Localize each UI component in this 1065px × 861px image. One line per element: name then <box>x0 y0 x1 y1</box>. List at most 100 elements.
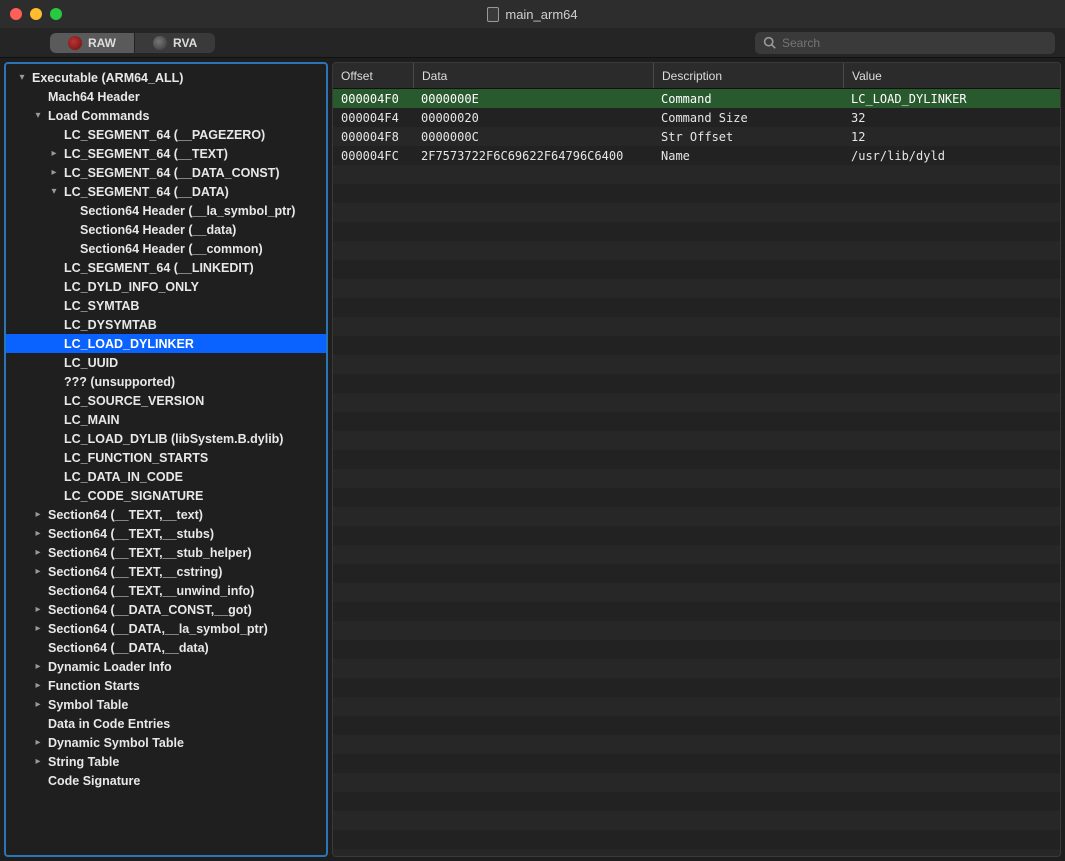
tree-row[interactable]: Section64 Header (__data) <box>6 220 326 239</box>
tree-row[interactable]: LC_FUNCTION_STARTS <box>6 448 326 467</box>
tree-row[interactable]: Section64 (__TEXT,__cstring) <box>6 562 326 581</box>
tree-row[interactable]: Mach64 Header <box>6 87 326 106</box>
empty-row <box>333 165 1060 184</box>
tree-row[interactable]: LC_DYSYMTAB <box>6 315 326 334</box>
tree-row[interactable]: Load Commands <box>6 106 326 125</box>
tree-row[interactable]: LC_SOURCE_VERSION <box>6 391 326 410</box>
empty-row <box>333 735 1060 754</box>
tree-row[interactable]: Section64 Header (__common) <box>6 239 326 258</box>
raw-icon <box>68 36 82 50</box>
tree-row[interactable]: LC_SEGMENT_64 (__PAGEZERO) <box>6 125 326 144</box>
empty-row <box>333 393 1060 412</box>
cell-offset: 000004F0 <box>333 92 413 106</box>
details-panel: Offset Data Description Value 000004F000… <box>332 62 1061 857</box>
tree-row[interactable]: Section64 (__DATA,__data) <box>6 638 326 657</box>
tree-item-label: LC_MAIN <box>64 413 120 427</box>
tree-row[interactable]: LC_SEGMENT_64 (__LINKEDIT) <box>6 258 326 277</box>
cell-data: 00000020 <box>413 111 653 125</box>
disclosure-triangle-icon[interactable] <box>32 604 44 615</box>
column-offset[interactable]: Offset <box>333 63 413 88</box>
details-body[interactable]: 000004F00000000ECommandLC_LOAD_DYLINKER0… <box>333 89 1060 856</box>
tree-item-label: Data in Code Entries <box>48 717 170 731</box>
tree-row[interactable]: Section64 (__TEXT,__stub_helper) <box>6 543 326 562</box>
rva-mode-button[interactable]: RVA <box>135 33 215 53</box>
disclosure-triangle-icon[interactable] <box>16 72 28 83</box>
tree-row[interactable]: Section64 (__DATA_CONST,__got) <box>6 600 326 619</box>
empty-row <box>333 830 1060 849</box>
disclosure-triangle-icon[interactable] <box>32 680 44 691</box>
empty-row <box>333 754 1060 773</box>
tree-item-label: LC_DYSYMTAB <box>64 318 157 332</box>
empty-row <box>333 811 1060 830</box>
tree-row[interactable]: Code Signature <box>6 771 326 790</box>
tree-row[interactable]: LC_SEGMENT_64 (__TEXT) <box>6 144 326 163</box>
tree-row[interactable]: Symbol Table <box>6 695 326 714</box>
tree-item-label: Symbol Table <box>48 698 128 712</box>
tree-row[interactable]: Section64 (__TEXT,__stubs) <box>6 524 326 543</box>
tree-row[interactable]: LC_UUID <box>6 353 326 372</box>
tree-item-label: LC_SOURCE_VERSION <box>64 394 204 408</box>
tree-row[interactable]: Section64 (__TEXT,__text) <box>6 505 326 524</box>
tree-row[interactable]: LC_DATA_IN_CODE <box>6 467 326 486</box>
disclosure-triangle-icon[interactable] <box>32 756 44 767</box>
column-value[interactable]: Value <box>843 63 1060 88</box>
disclosure-triangle-icon[interactable] <box>32 547 44 558</box>
tree-row[interactable]: LC_SYMTAB <box>6 296 326 315</box>
cell-value: /usr/lib/dyld <box>843 149 1060 163</box>
tree-row[interactable]: Dynamic Symbol Table <box>6 733 326 752</box>
tree-row[interactable]: Function Starts <box>6 676 326 695</box>
disclosure-triangle-icon[interactable] <box>48 167 60 178</box>
table-row[interactable]: 000004FC2F7573722F6C69622F64796C6400Name… <box>333 146 1060 165</box>
tree-row[interactable]: Section64 (__TEXT,__unwind_info) <box>6 581 326 600</box>
cell-desc: Name <box>653 149 843 163</box>
disclosure-triangle-icon[interactable] <box>32 699 44 710</box>
toolbar: RAW RVA <box>0 28 1065 58</box>
tree-row[interactable]: LC_SEGMENT_64 (__DATA_CONST) <box>6 163 326 182</box>
tree-item-label: Section64 Header (__common) <box>80 242 263 256</box>
empty-row <box>333 659 1060 678</box>
tree-row[interactable]: LC_DYLD_INFO_ONLY <box>6 277 326 296</box>
tree-row[interactable]: LC_LOAD_DYLINKER <box>6 334 326 353</box>
search-input[interactable] <box>782 36 1047 50</box>
empty-row <box>333 678 1060 697</box>
tree-item-label: Dynamic Symbol Table <box>48 736 184 750</box>
tree-row[interactable]: ??? (unsupported) <box>6 372 326 391</box>
table-row[interactable]: 000004F400000020Command Size32 <box>333 108 1060 127</box>
tree-row[interactable]: LC_CODE_SIGNATURE <box>6 486 326 505</box>
tree-row[interactable]: Section64 (__DATA,__la_symbol_ptr) <box>6 619 326 638</box>
tree-item-label: LC_DATA_IN_CODE <box>64 470 183 484</box>
tree-item-label: Section64 Header (__la_symbol_ptr) <box>80 204 295 218</box>
table-row[interactable]: 000004F00000000ECommandLC_LOAD_DYLINKER <box>333 89 1060 108</box>
tree-row[interactable]: LC_LOAD_DYLIB (libSystem.B.dylib) <box>6 429 326 448</box>
disclosure-triangle-icon[interactable] <box>32 509 44 520</box>
raw-mode-button[interactable]: RAW <box>50 33 135 53</box>
table-row[interactable]: 000004F80000000CStr Offset12 <box>333 127 1060 146</box>
disclosure-triangle-icon[interactable] <box>32 661 44 672</box>
disclosure-triangle-icon[interactable] <box>32 110 44 121</box>
tree-row[interactable]: Dynamic Loader Info <box>6 657 326 676</box>
disclosure-triangle-icon[interactable] <box>48 186 60 197</box>
tree-item-label: Section64 (__TEXT,__unwind_info) <box>48 584 254 598</box>
tree-row[interactable]: LC_SEGMENT_64 (__DATA) <box>6 182 326 201</box>
disclosure-triangle-icon[interactable] <box>32 566 44 577</box>
disclosure-triangle-icon[interactable] <box>32 737 44 748</box>
outline-sidebar[interactable]: Executable (ARM64_ALL)Mach64 HeaderLoad … <box>4 62 328 857</box>
tree-item-label: Dynamic Loader Info <box>48 660 172 674</box>
empty-row <box>333 849 1060 856</box>
tree-row[interactable]: Data in Code Entries <box>6 714 326 733</box>
tree-row[interactable]: Executable (ARM64_ALL) <box>6 68 326 87</box>
column-description[interactable]: Description <box>653 63 843 88</box>
empty-row <box>333 507 1060 526</box>
disclosure-triangle-icon[interactable] <box>32 623 44 634</box>
raw-label: RAW <box>88 36 116 50</box>
disclosure-triangle-icon[interactable] <box>32 528 44 539</box>
search-field-wrap[interactable] <box>755 32 1055 54</box>
tree-row[interactable]: LC_MAIN <box>6 410 326 429</box>
tree-row[interactable]: String Table <box>6 752 326 771</box>
tree-item-label: LC_LOAD_DYLINKER <box>64 337 194 351</box>
column-data[interactable]: Data <box>413 63 653 88</box>
tree-row[interactable]: Section64 Header (__la_symbol_ptr) <box>6 201 326 220</box>
cell-value: 32 <box>843 111 1060 125</box>
disclosure-triangle-icon[interactable] <box>48 148 60 159</box>
cell-data: 2F7573722F6C69622F64796C6400 <box>413 149 653 163</box>
